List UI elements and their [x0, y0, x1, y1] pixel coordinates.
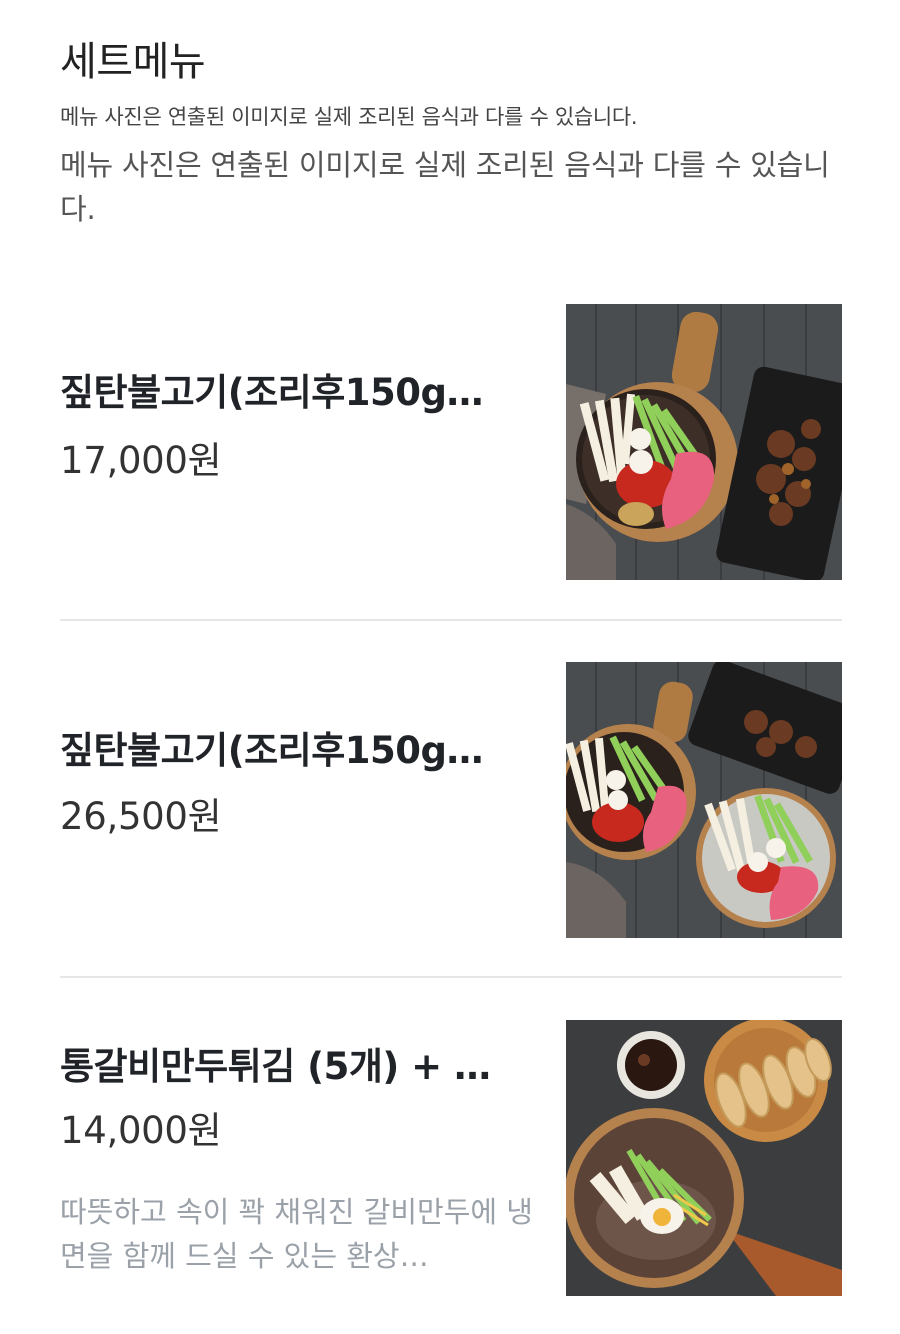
menu-item-photo	[566, 662, 842, 938]
photo-notice-small: 메뉴 사진은 연출된 이미지로 실제 조리된 음식과 다를 수 있습니다.	[60, 105, 638, 129]
photo-notice-large: 메뉴 사진은 연출된 이미지로 실제 조리된 음식과 다를 수 있습니다.	[60, 148, 830, 226]
menu-item-price: 17,000원	[60, 439, 222, 482]
menu-item-name: 짚탄불고기(조리후150g…	[60, 729, 483, 772]
menu-item-price: 26,500원	[60, 795, 222, 838]
menu-item-photo	[566, 1020, 842, 1296]
menu-item-1[interactable]: 짚탄불고기(조리후150g… 17,000원	[60, 304, 842, 580]
item-divider	[60, 619, 842, 621]
menu-item-description: 따뜻하고 속이 꽉 채워진 갈비만두에 냉면을 함께 드실 수 있는 환상…	[60, 1195, 533, 1273]
menu-item-3[interactable]: 통갈비만두튀김 (5개) + … 14,000원 따뜻하고 속이 꽉 채워진 갈…	[60, 1020, 842, 1296]
menu-item-2[interactable]: 짚탄불고기(조리후150g… 26,500원	[60, 662, 842, 938]
menu-item-price: 14,000원	[60, 1109, 222, 1152]
section-title: 세트메뉴	[60, 39, 206, 85]
menu-item-photo	[566, 304, 842, 580]
item-divider	[60, 976, 842, 978]
menu-item-name: 통갈비만두튀김 (5개) + …	[60, 1045, 491, 1088]
menu-item-name: 짚탄불고기(조리후150g…	[60, 371, 483, 414]
